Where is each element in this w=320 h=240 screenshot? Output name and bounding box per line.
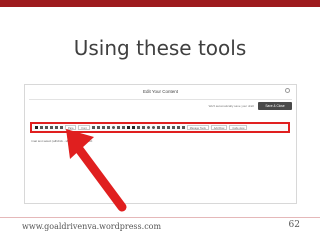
add-row-select[interactable]: Add Row [210, 125, 228, 130]
underline-icon[interactable] [45, 126, 48, 129]
table-icon[interactable] [131, 126, 135, 129]
clear-format-icon[interactable] [176, 126, 180, 129]
strikethrough-icon[interactable] [50, 126, 53, 129]
bg-color-icon[interactable] [171, 126, 175, 129]
special-char-icon[interactable] [146, 126, 150, 129]
dialog-divider [29, 99, 292, 100]
slide-title: Using these tools [73, 36, 247, 60]
italic-icon[interactable] [40, 126, 43, 129]
dialog-title: Edit Your Content [142, 89, 179, 94]
code-view-select[interactable]: Code view [229, 125, 248, 130]
red-arrow-icon [66, 129, 127, 212]
top-accent-bar [0, 0, 320, 7]
footer-divider [0, 217, 320, 218]
align-left-icon[interactable] [55, 126, 58, 129]
emoticon-icon[interactable] [151, 126, 155, 129]
fullscreen-icon[interactable] [181, 126, 185, 129]
redo-icon[interactable] [161, 126, 165, 129]
media-icon[interactable] [136, 126, 140, 129]
manage-tools-select[interactable]: Manage Tools [186, 125, 209, 130]
help-circle-icon[interactable] [285, 88, 290, 93]
bold-icon[interactable] [35, 126, 38, 129]
page-number: 62 [288, 220, 300, 230]
text-color-icon[interactable] [166, 126, 170, 129]
save-close-button[interactable]: Save & Close [258, 102, 292, 110]
draft-status: We'll automatically save your draft [208, 104, 254, 108]
undo-icon[interactable] [156, 126, 160, 129]
hr-icon[interactable] [141, 126, 145, 129]
footer-url: www.goaldrivenva.wordpress.com [22, 222, 162, 231]
